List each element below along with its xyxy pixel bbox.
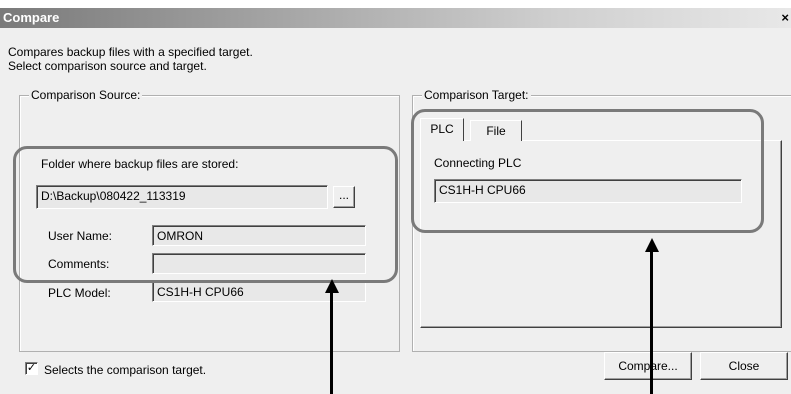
tab-plc[interactable]: PLC xyxy=(420,118,464,141)
comparison-target-legend: Comparison Target: xyxy=(422,88,531,102)
description-line-2: Select comparison source and target. xyxy=(8,59,207,73)
description-line-1: Compares backup files with a specified t… xyxy=(8,45,253,59)
select-target-checkbox[interactable]: ✓ xyxy=(25,362,38,375)
source-arrow-head xyxy=(325,279,339,293)
compare-button[interactable]: Compare... xyxy=(604,352,692,380)
select-target-label: Selects the comparison target. xyxy=(44,363,207,377)
source-callout-box xyxy=(13,146,398,283)
source-arrow-line xyxy=(330,292,333,394)
close-button[interactable]: Close xyxy=(700,352,788,380)
description: Compares backup files with a specified t… xyxy=(8,45,253,73)
comparison-source-legend: Comparison Source: xyxy=(29,88,143,102)
plc-model-label: PLC Model: xyxy=(48,286,111,300)
close-icon[interactable]: × xyxy=(781,10,789,25)
target-arrow-line xyxy=(650,251,653,394)
title-bar: Compare × xyxy=(0,8,791,28)
target-arrow-head xyxy=(645,238,659,252)
window-title: Compare xyxy=(3,10,60,25)
